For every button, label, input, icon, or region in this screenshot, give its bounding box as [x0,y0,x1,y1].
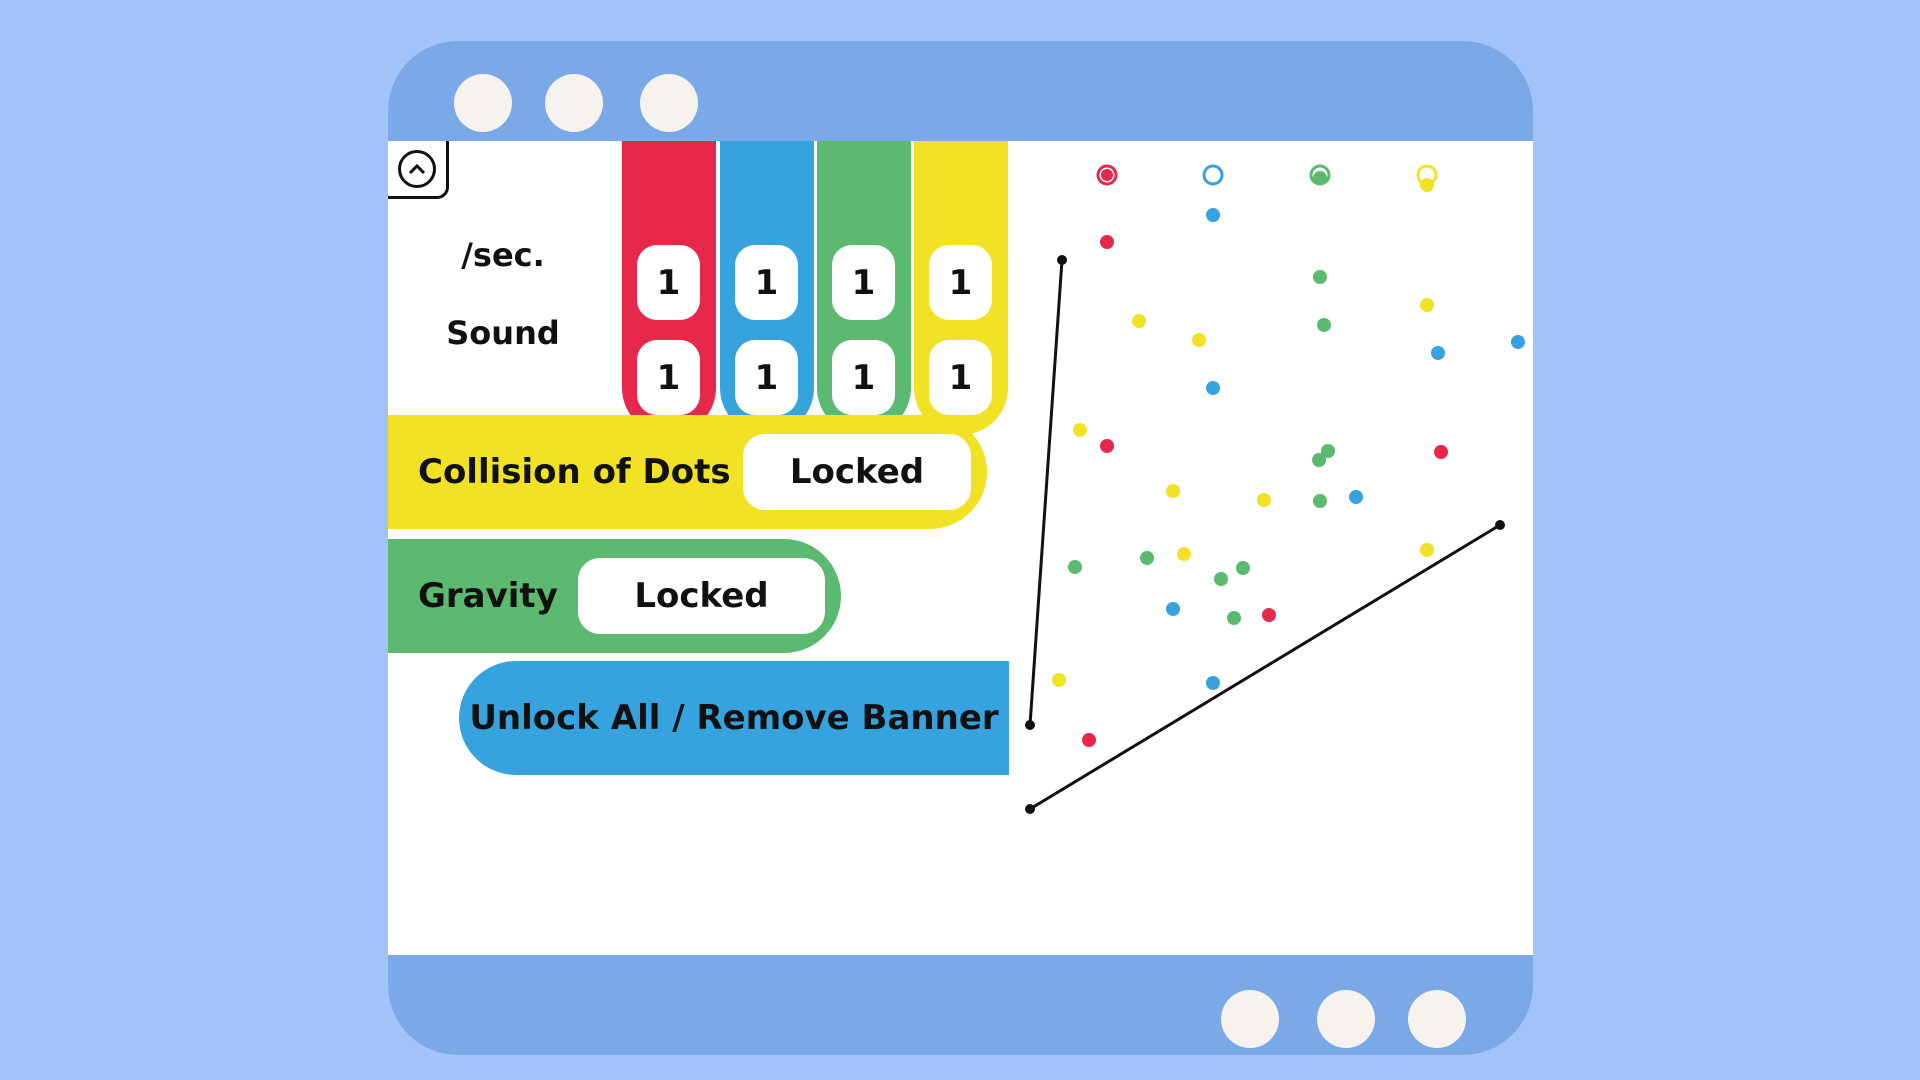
yellow-dot [1073,423,1087,437]
window-button-3[interactable] [640,74,698,132]
blue-dot [1349,490,1363,504]
yellow-dot [1420,543,1434,557]
blue-dot [1206,381,1220,395]
green-dot [1317,318,1331,332]
dot-field[interactable] [388,141,1533,955]
green-dot [1068,560,1082,574]
title-bar [388,41,1533,141]
green-dot [1313,494,1327,508]
yellow-dot [1052,673,1066,687]
drawn-line [1029,523,1501,811]
red-dot [1434,445,1448,459]
bottom-bar [388,955,1533,1055]
green-dot [1227,611,1241,625]
yellow-dot [1166,484,1180,498]
red-dot [1082,733,1096,747]
blue-emitter-icon [1202,164,1224,186]
bottom-button-2[interactable] [1317,990,1375,1048]
green-dot [1312,453,1326,467]
green-dot [1140,551,1154,565]
yellow-dot [1257,493,1271,507]
yellow-dot [1192,333,1206,347]
green-emitter-core [1313,171,1327,185]
yellow-emitter-drop [1420,178,1434,192]
red-dot [1100,439,1114,453]
line-endpoint [1025,804,1035,814]
app-window: /sec. Sound 1 1 1 1 1 1 1 1 Collision of… [388,41,1533,1055]
yellow-dot [1420,298,1434,312]
green-dot [1236,561,1250,575]
red-emitter-core [1101,169,1113,181]
window-button-1[interactable] [454,74,512,132]
yellow-dot [1132,314,1146,328]
blue-dot [1206,208,1220,222]
window-button-2[interactable] [545,74,603,132]
line-endpoint [1495,520,1505,530]
bottom-button-3[interactable] [1408,990,1466,1048]
drawn-line [1028,259,1064,726]
line-endpoint [1057,255,1067,265]
yellow-dot [1177,547,1191,561]
blue-dot [1511,335,1525,349]
game-canvas[interactable]: /sec. Sound 1 1 1 1 1 1 1 1 Collision of… [388,141,1533,955]
line-endpoint [1025,720,1035,730]
red-dot [1262,608,1276,622]
blue-dot [1431,346,1445,360]
blue-dot [1166,602,1180,616]
red-dot [1100,235,1114,249]
blue-dot [1206,676,1220,690]
green-dot [1313,270,1327,284]
green-dot [1214,572,1228,586]
bottom-button-1[interactable] [1221,990,1279,1048]
